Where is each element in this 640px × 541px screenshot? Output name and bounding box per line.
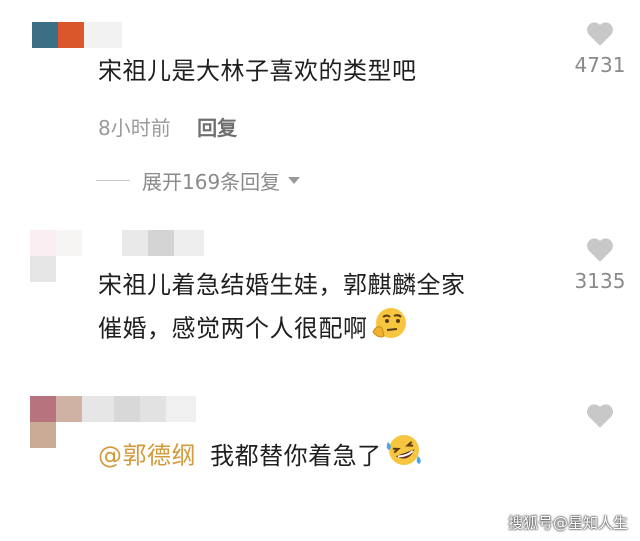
comment-text-line: 宋祖儿着急结婚生娃，郭麒麟全家	[98, 271, 466, 299]
comment-text: 宋祖儿是大林子喜欢的类型吧	[98, 57, 417, 85]
divider	[96, 180, 130, 181]
like-count: 4731	[574, 53, 626, 77]
like-button[interactable]: 3135	[568, 236, 632, 293]
comment-text-body: 我都替你着急了	[210, 441, 382, 470]
thinking-face-emoji	[370, 306, 408, 353]
rolling-on-floor-laughing-emoji	[384, 432, 424, 481]
expand-replies-button[interactable]: 展开169条回复	[96, 166, 301, 195]
like-count: 3135	[574, 269, 626, 293]
heart-icon	[587, 238, 613, 262]
caret-down-icon	[288, 177, 301, 184]
comment-text: @郭德纲 我都替你着急了	[98, 432, 424, 481]
mention-link[interactable]: @郭德纲	[98, 442, 196, 470]
like-button[interactable]	[568, 402, 632, 429]
expand-replies-label: 展开169条回复	[142, 170, 281, 194]
watermark: 搜狐号@星知人生	[507, 514, 628, 532]
avatar-censored[interactable]	[32, 22, 122, 48]
comment-text-line: 催婚，感觉两个人很配啊	[98, 306, 466, 353]
reply-button[interactable]: 回复	[197, 116, 237, 140]
comment-meta: 8小时前 回复	[98, 112, 237, 141]
heart-icon	[587, 404, 613, 428]
comment-text: 宋祖儿着急结婚生娃，郭麒麟全家 催婚，感觉两个人很配啊	[98, 264, 466, 353]
heart-icon	[587, 22, 613, 46]
timestamp: 8小时前	[98, 116, 171, 140]
like-button[interactable]: 4731	[568, 20, 632, 77]
